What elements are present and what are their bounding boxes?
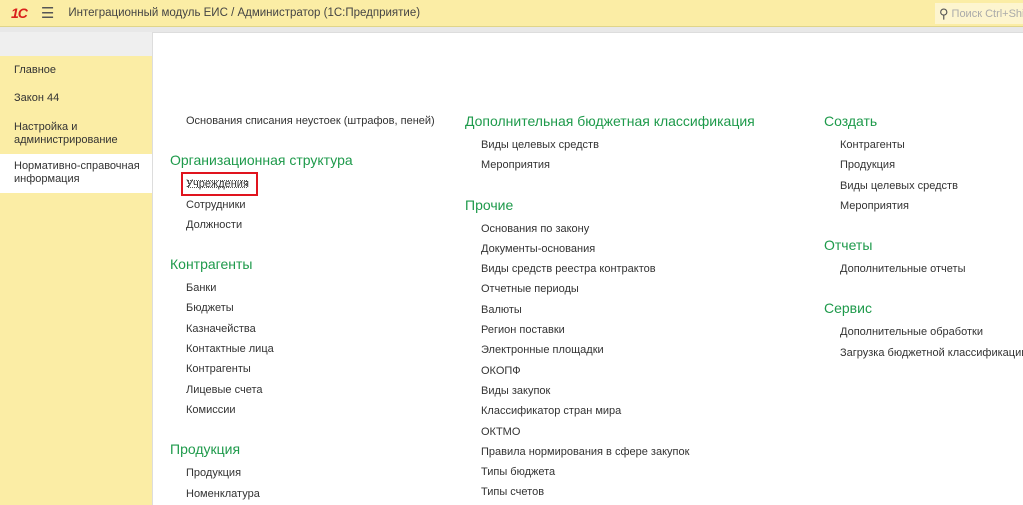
nav-link[interactable]: Сотрудники — [170, 195, 435, 215]
nav-link[interactable]: Контрагенты — [170, 359, 435, 379]
nav-link[interactable]: Правила нормирования в сфере закупок — [465, 442, 755, 462]
nav-link-label: Бюджеты — [186, 302, 234, 315]
section-heading: Контрагенты — [170, 256, 253, 273]
nav-link[interactable]: ОКТМО — [465, 422, 755, 442]
nav-link-label: Комиссии — [186, 403, 236, 416]
nav-link[interactable]: Электронные площадки — [465, 340, 755, 360]
nav-link-label: Правила нормирования в сфере закупок — [481, 445, 690, 458]
nav-link[interactable]: Банки — [170, 278, 435, 298]
nav-link[interactable]: Загрузка бюджетной классификации — [824, 343, 1023, 363]
nav-link[interactable]: Контактные лица — [170, 339, 435, 359]
nav-link[interactable]: Мероприятия — [824, 196, 1023, 216]
nav-link-label: Виды закупок — [481, 384, 551, 397]
nav-link-label: Продукция — [840, 159, 896, 172]
nav-link-label: Типы бюджета — [481, 466, 556, 479]
column-3: Создать Контрагенты Продукция Виды целевых … — [824, 111, 1023, 363]
column-1: Основания списания неустоек (штрафов, пе… — [170, 111, 435, 504]
nav-link[interactable]: Казначейства — [170, 319, 435, 339]
nav-link-label: Регион поставки — [481, 324, 565, 337]
nav-link-label: Типы счетов — [481, 486, 545, 499]
nav-link-selected[interactable]: Учреждения — [170, 172, 435, 197]
sidebar-item-law44[interactable]: Закон 44 — [0, 88, 152, 109]
nav-link-label: Продукция — [186, 467, 242, 480]
window-title: Интеграционный модуль ЕИС / Администрато… — [68, 7, 421, 19]
nav-link[interactable]: Продукция — [170, 463, 435, 483]
nav-link-label: Контактные лица — [186, 343, 274, 356]
nav-link-label: Лицевые счета — [186, 383, 263, 396]
nav-link-label: ОКОПФ — [481, 364, 521, 377]
nav-link-label: Мероприятия — [840, 199, 909, 212]
1c-logo[interactable]: 1С — [11, 5, 28, 21]
nav-link[interactable]: Комиссии — [170, 400, 435, 420]
section-heading: Отчеты — [824, 237, 873, 254]
nav-link[interactable]: Документы-основания — [465, 239, 755, 259]
section-heading: Создать — [824, 113, 878, 129]
nav-link[interactable]: Классификатор стран мира — [465, 401, 755, 421]
nav-link-label: Банки — [186, 282, 217, 295]
sidebar: Главное Закон 44 Настройка и администрир… — [0, 32, 152, 505]
sidebar-item-main[interactable]: Главное — [0, 60, 152, 81]
nav-link[interactable]: Типы счетов — [465, 482, 755, 502]
section-heading: Сервис — [824, 300, 872, 317]
nav-link[interactable]: Контрагенты — [824, 135, 1023, 155]
nav-link-label: Сотрудники — [186, 198, 246, 211]
nav-link-label: Номенклатура — [186, 487, 260, 500]
nav-link[interactable]: Отчетные периоды — [465, 279, 755, 299]
nav-link-label: Казначейства — [186, 322, 256, 335]
search-input[interactable]: ⚲Поиск Ctrl+Shift+F — [935, 3, 1023, 24]
nav-link-label: Документы-основания — [481, 242, 596, 255]
column-2: Дополнительная бюджетная классификация Ви… — [465, 111, 755, 503]
nav-link-label: Дополнительные обработки — [840, 326, 983, 339]
sidebar-item-reference[interactable]: Нормативно-справочная информация — [0, 154, 152, 193]
nav-link-label: Виды средств реестра контрактов — [481, 263, 656, 276]
nav-link[interactable]: Виды целевых средств — [824, 176, 1023, 196]
nav-link-label: Контрагенты — [840, 139, 905, 151]
link-penalty-grounds[interactable]: Основания списания неустоек (штрафов, пе… — [170, 111, 435, 131]
nav-link[interactable]: Виды закупок — [465, 381, 755, 401]
section-heading: Прочие — [465, 196, 514, 213]
nav-link-label: Загрузка бюджетной классификации — [840, 346, 1023, 359]
section-heading: Дополнительная бюджетная классификация — [465, 113, 755, 129]
nav-link[interactable]: Должности — [170, 215, 435, 235]
nav-link[interactable]: Типы бюджета — [465, 462, 755, 482]
nav-link-label: Должности — [186, 218, 243, 231]
search-placeholder: Поиск Ctrl+Shift+F — [951, 7, 1023, 20]
nav-link-label: Дополнительные отчеты — [840, 263, 966, 276]
nav-link[interactable]: Лицевые счета — [170, 380, 435, 400]
nav-link-label: Отчетные периоды — [481, 283, 579, 296]
nav-link-label: Виды целевых средств — [840, 179, 958, 192]
nav-link[interactable]: Валюты — [465, 300, 755, 320]
nav-link-label: Мероприятия — [481, 159, 550, 172]
nav-link-label: Виды целевых средств — [481, 139, 599, 151]
nav-link[interactable]: Регион поставки — [465, 320, 755, 340]
section-heading: Продукция — [170, 441, 241, 458]
nav-link-label: Электронные площадки — [481, 344, 604, 357]
nav-link-label: Валюты — [481, 303, 522, 316]
main-panel: Основания списания неустоек (штрафов, пе… — [152, 32, 1023, 505]
section-heading: Организационная структура — [170, 152, 353, 169]
nav-link-label: Классификатор стран мира — [481, 405, 622, 418]
nav-link-label: Основания по закону — [481, 222, 590, 235]
sidebar-top — [0, 32, 152, 56]
nav-link[interactable]: Виды целевых средств — [465, 135, 755, 155]
highlight-box — [181, 172, 258, 197]
nav-link[interactable]: Основания по закону — [465, 219, 755, 239]
nav-link[interactable]: Номенклатура — [170, 484, 435, 504]
nav-link-label: ОКТМО — [481, 425, 521, 438]
nav-link[interactable]: Дополнительные обработки — [824, 322, 1023, 342]
nav-link[interactable]: Дополнительные отчеты — [824, 259, 1023, 279]
sidebar-item-settings[interactable]: Настройка и администрирование — [0, 117, 130, 151]
nav-link[interactable]: Продукция — [824, 155, 1023, 175]
menu-icon[interactable]: ☰ — [41, 4, 54, 22]
nav-link[interactable]: Бюджеты — [170, 298, 435, 318]
nav-link-label: Контрагенты — [186, 363, 251, 376]
search-icon: ⚲ — [939, 5, 949, 21]
nav-link[interactable]: ОКОПФ — [465, 361, 755, 381]
nav-link[interactable]: Виды средств реестра контрактов — [465, 259, 755, 279]
app-header: 1С ☰ Интеграционный модуль ЕИС / Админис… — [0, 0, 1023, 27]
nav-link[interactable]: Мероприятия — [465, 155, 755, 175]
